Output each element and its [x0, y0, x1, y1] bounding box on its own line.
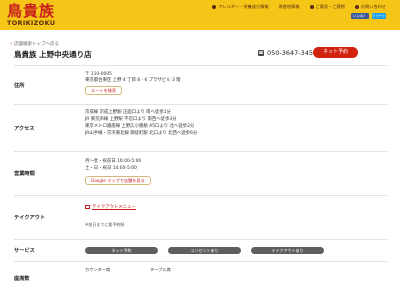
logo-english: TORIKIZOKU — [7, 19, 56, 27]
address-content: 〒 110-0005 東京都台東区 上野 4 丁目 8 - 6 プラザビル 3 … — [85, 66, 387, 104]
access-line: 東京メトロ銀座線 上野広小路駅 A5口より 北へ徒歩2分 — [85, 124, 195, 129]
row-address: 住所 〒 110-0005 東京都台東区 上野 4 丁目 8 - 6 プラザビル… — [14, 65, 387, 104]
brand-logo[interactable]: 鳥貴族 TORIKIZOKU — [7, 3, 55, 27]
service-tag: テイクアウトあり — [251, 247, 324, 254]
phone-icon: ☎ — [258, 50, 264, 56]
services-content: ネット予約 コンセントあり テイクアウトあり — [85, 240, 387, 261]
takeout-label: テイクアウト — [14, 215, 46, 221]
service-tags: ネット予約 コンセントあり テイクアウトあり — [85, 247, 387, 254]
service-tag: ネット予約 — [85, 247, 158, 254]
menu-icon — [85, 204, 90, 209]
row-hours: 営業時間 月～金・祝前日 16:00-5:00 土・日・祝日 14:00-5:0… — [14, 151, 387, 195]
row-access: アクセス 京成線 京成上野駅 正面口より 南へ徒歩1分 JR 東京JR線 上野駅… — [14, 104, 387, 151]
back-label: 店舗検索トップへ戻る — [14, 42, 59, 47]
phone-text: 050-3647-3459 — [267, 49, 318, 57]
row-seats: 座席数 カウンター席 テーブル席 — [14, 261, 387, 291]
takeout-note: ※前日までに要予約制 — [85, 222, 125, 227]
row-services: サービス ネット予約 コンセントあり テイクアウトあり — [14, 239, 387, 261]
takeout-menu-link[interactable]: テイクアウトメニュー — [85, 204, 387, 211]
header-link-allergy[interactable]: アレルギー・栄養成分情報 — [212, 4, 269, 10]
service-tag: コンセントあり — [168, 247, 241, 254]
info-icon — [212, 5, 217, 9]
row-takeout: テイクアウト テイクアウトメニュー ※前日までに要予約制 — [14, 195, 387, 239]
twitter-tweet-button[interactable]: ツイート — [372, 13, 386, 19]
header-links: アレルギー・栄養成分情報 原産地情報 ご意見・ご感想 お問い合わせ — [212, 4, 386, 10]
route-search-button[interactable]: ルートを検索 — [85, 86, 123, 95]
address-line: 東京都台東区 上野 4 丁目 8 - 6 プラザビル 3 階 — [85, 78, 181, 83]
seat-type: テーブル席 — [150, 267, 171, 272]
seat-types: カウンター席 テーブル席 — [85, 266, 387, 273]
seats-label: 座席数 — [14, 276, 30, 282]
mail-icon — [354, 5, 359, 9]
takeout-content: テイクアウトメニュー ※前日までに要予約制 — [85, 196, 387, 239]
hours-line: 月～金・祝前日 16:00-5:00 — [85, 159, 142, 164]
facebook-like-button[interactable]: いいね！ — [351, 13, 369, 19]
seats-content: カウンター席 テーブル席 — [85, 262, 387, 291]
access-label: アクセス — [14, 125, 35, 132]
chevron-left-icon: ‹ — [10, 41, 12, 47]
social-buttons: いいね！ ツイート — [351, 13, 386, 19]
hours-line: 土・日・祝日 14:00-5:00 — [85, 166, 137, 171]
header-link-origin[interactable]: 原産地情報 — [279, 4, 300, 10]
takeout-menu-text: テイクアウトメニュー — [92, 205, 136, 210]
header-link-contact[interactable]: お問い合わせ — [354, 4, 386, 10]
access-line: JR山手線・京浜東北線 御徒町駅 北口より 北西へ徒歩6分 — [85, 131, 198, 136]
seat-type: カウンター席 — [85, 267, 111, 272]
hours-content: 月～金・祝前日 16:00-5:00 土・日・祝日 14:00-5:00 Goo… — [85, 152, 387, 195]
google-map-button[interactable]: Google マップで店舗を見る — [85, 176, 151, 185]
comment-icon — [309, 5, 314, 9]
address-label: 住所 — [14, 82, 25, 89]
page-title: 鳥貴族 上野中央通り店 — [14, 50, 92, 59]
logo-japanese: 鳥貴族 — [7, 2, 56, 20]
hours-label: 営業時間 — [14, 171, 35, 177]
back-to-search-link[interactable]: ‹ 店舗検索トップへ戻る — [10, 41, 59, 47]
access-content: 京成線 京成上野駅 正面口より 南へ徒歩1分 JR 東京JR線 上野駅 不忍口よ… — [85, 105, 387, 151]
header-bar: 鳥貴族 TORIKIZOKU アレルギー・栄養成分情報 原産地情報 ご意見・ご感… — [0, 0, 400, 30]
header-link-feedback[interactable]: ご意見・ご感想 — [309, 4, 345, 10]
access-line: JR 東京JR線 上野駅 不忍口より 南西へ徒歩3分 — [85, 117, 177, 122]
access-line: 京成線 京成上野駅 正面口より 南へ徒歩1分 — [85, 110, 171, 115]
reserve-button[interactable]: ネット予約 — [313, 47, 358, 58]
phone-number[interactable]: ☎ 050-3647-3459 — [258, 49, 317, 57]
store-info-table: 住所 〒 110-0005 東京都台東区 上野 4 丁目 8 - 6 プラザビル… — [14, 65, 387, 291]
services-label: サービス — [14, 248, 35, 254]
